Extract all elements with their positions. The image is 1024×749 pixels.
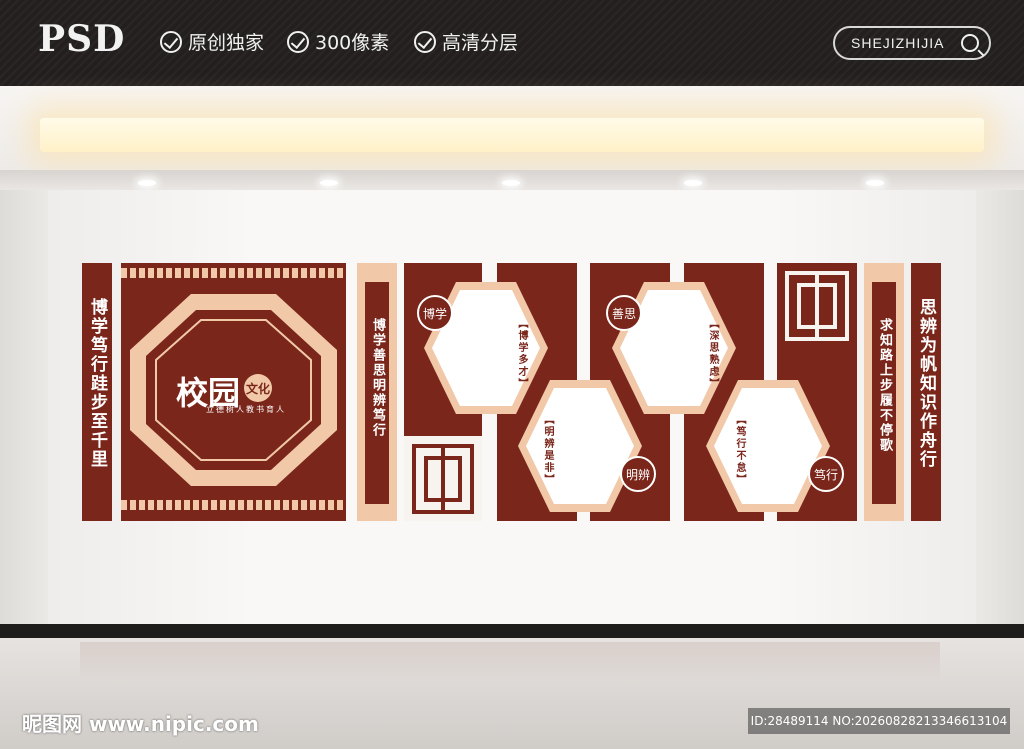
check-circle-icon — [287, 30, 309, 53]
lattice-block — [777, 263, 857, 348]
hex-label: 明辨 — [620, 456, 656, 492]
center-subtitle: 立德树人教书育人 — [206, 405, 286, 414]
spotlight — [866, 180, 884, 186]
feature-layers: 高清分层 — [414, 28, 518, 55]
right-slogan: 思辨为帆知识作舟行 — [916, 298, 936, 469]
feature-label: 原创独家 — [188, 32, 265, 54]
fret-border-bottom — [121, 500, 346, 510]
hexagon-duxing — [706, 380, 830, 512]
hex-heading: 【博学多才】 — [516, 318, 527, 390]
check-circle-icon — [414, 30, 436, 53]
watermark-id: ID:28489114 NO:20260828213346613104 — [748, 708, 1010, 734]
hex-heading: 【明辨是非】 — [542, 414, 553, 486]
psd-logo: PSD — [38, 18, 126, 60]
ceiling-light — [40, 118, 984, 152]
feature-original: 原创独家 — [160, 28, 264, 55]
floor-reflection — [80, 642, 940, 682]
check-circle-icon — [160, 30, 182, 53]
inner-slogan: 博学善思明辨笃行 — [370, 318, 385, 438]
left-slogan: 博学笃行跬步至千里 — [87, 298, 107, 469]
hex-label: 博学 — [417, 295, 453, 331]
search-icon[interactable] — [961, 34, 979, 52]
hex-heading: 【深思熟虑】 — [707, 318, 718, 390]
wall-right-side — [976, 190, 1024, 626]
wall-left-side — [0, 190, 48, 626]
hex-heading: 【笃行不怠】 — [734, 414, 745, 486]
hex-label: 善思 — [606, 295, 642, 331]
inner-slogan-right: 求知路上步履不停歌 — [877, 318, 892, 453]
search-box[interactable]: SHEJIZHIJIA — [833, 26, 991, 60]
feature-label: 300像素 — [315, 32, 390, 54]
spotlight — [684, 180, 702, 186]
baseboard — [0, 624, 1024, 638]
spotlight — [502, 180, 520, 186]
feature-resolution: 300像素 — [287, 28, 389, 55]
top-banner: PSD 原创独家 300像素 高清分层 SHEJIZHIJIA — [0, 0, 1024, 86]
spotlight — [320, 180, 338, 186]
feature-label: 高清分层 — [442, 32, 519, 54]
watermark-site: 昵图网 www.nipic.com — [22, 712, 259, 736]
lattice-block — [404, 436, 482, 521]
hex-label: 笃行 — [808, 456, 844, 492]
fret-border-top — [121, 268, 346, 278]
center-badge: 文化 — [244, 374, 272, 402]
search-text: SHEJIZHIJIA — [851, 35, 945, 51]
spotlight — [138, 180, 156, 186]
